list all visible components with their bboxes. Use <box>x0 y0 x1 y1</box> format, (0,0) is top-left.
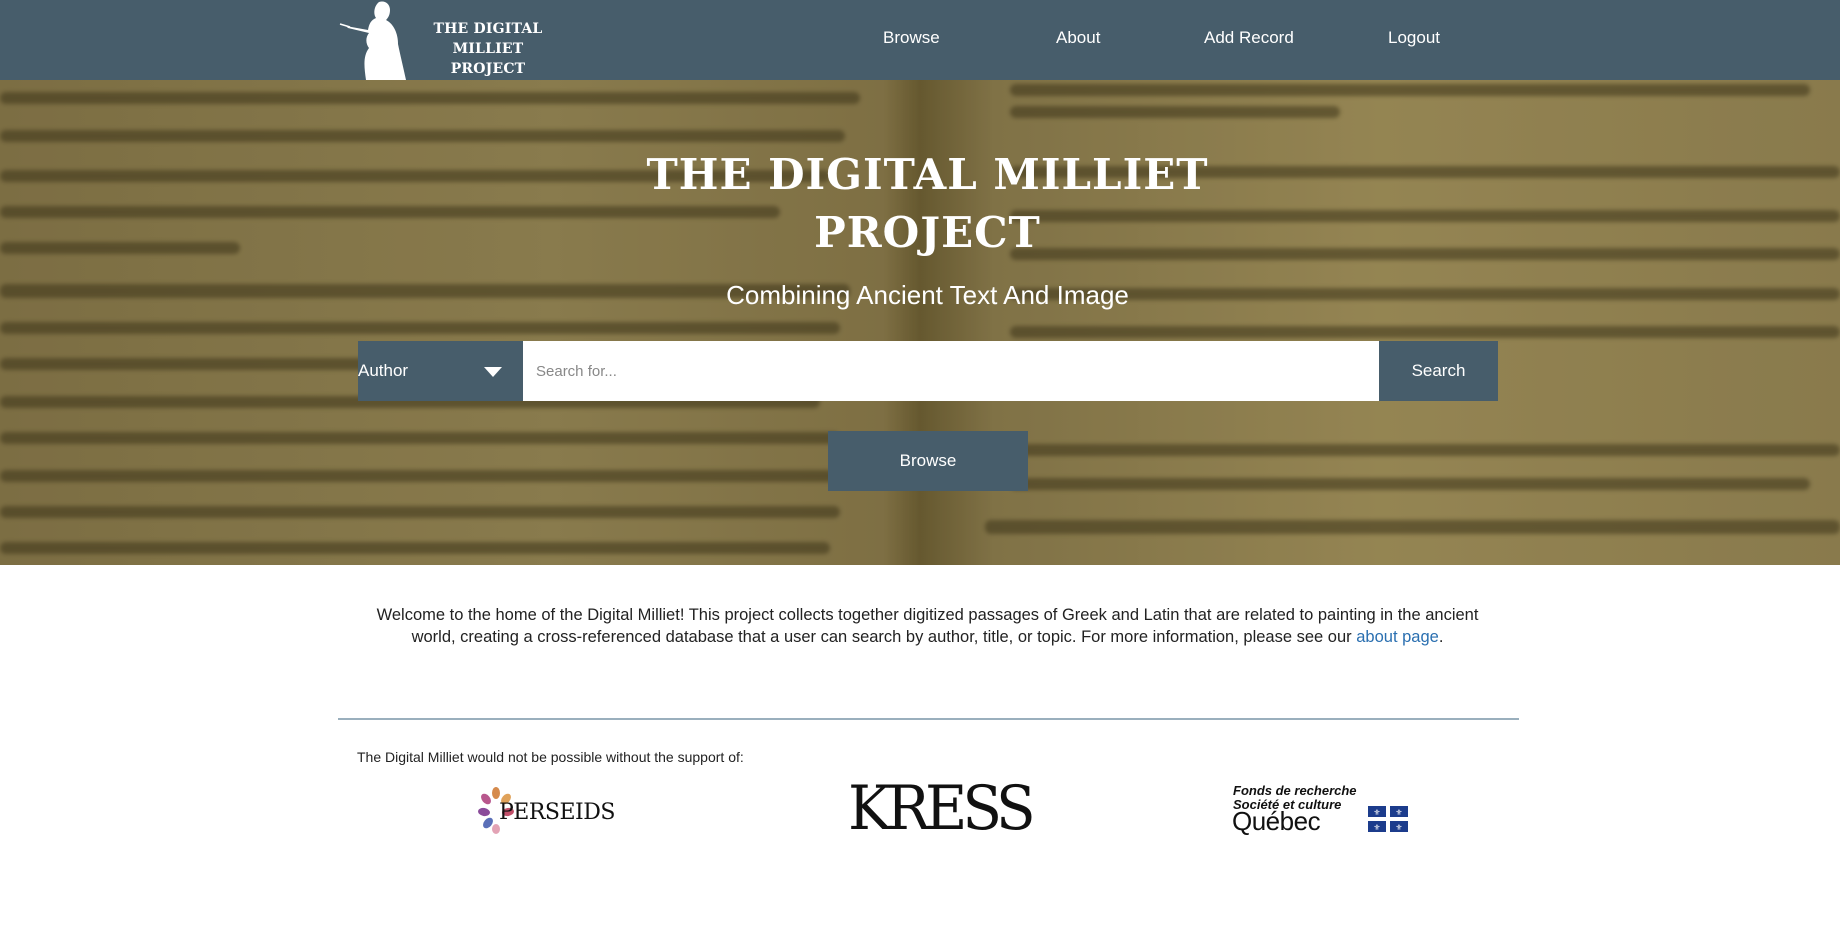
section-divider <box>338 718 1519 720</box>
browse-button[interactable]: Browse <box>828 431 1028 491</box>
hero-title-line1: THE DIGITAL MILLIET <box>646 150 1209 199</box>
svg-text:⚜: ⚜ <box>1373 823 1380 832</box>
search-filter-dropdown[interactable]: Author <box>358 341 523 401</box>
hero-subtitle: Combining Ancient Text And Image <box>726 280 1129 310</box>
quebec-flag-icon: ⚜ ⚜ ⚜ ⚜ <box>1368 806 1408 832</box>
search-bar: Author Search <box>358 341 1498 401</box>
support-text: The Digital Milliet would not be possibl… <box>357 749 744 765</box>
site-logo[interactable]: THE DIGITAL MILLIET PROJECT <box>336 0 566 80</box>
kress-logo-text: KRESS <box>848 772 1036 844</box>
milliet-silhouette-icon <box>339 1 406 80</box>
nav-add-record[interactable]: Add Record <box>1204 28 1294 48</box>
welcome-text: Welcome to the home of the Digital Milli… <box>360 604 1495 648</box>
welcome-body: Welcome to the home of the Digital Milli… <box>376 606 1479 646</box>
svg-text:⚜: ⚜ <box>1395 823 1402 832</box>
hero-title: THE DIGITAL MILLIET PROJECT <box>620 146 1235 262</box>
search-button[interactable]: Search <box>1379 341 1498 401</box>
frq-line1: Fonds de recherche <box>1233 783 1357 798</box>
nav-about[interactable]: About <box>1056 28 1100 48</box>
hero-title-line2: PROJECT <box>814 208 1041 257</box>
search-input[interactable] <box>523 341 1379 401</box>
svg-text:⚜: ⚜ <box>1395 808 1402 817</box>
nav-logout[interactable]: Logout <box>1388 28 1440 48</box>
search-filter-label: Author <box>358 361 409 380</box>
top-nav: THE DIGITAL MILLIET PROJECT Browse About… <box>0 0 1840 80</box>
nav-browse[interactable]: Browse <box>883 28 940 48</box>
about-page-link[interactable]: about page <box>1356 628 1439 646</box>
svg-text:⚜: ⚜ <box>1373 808 1380 817</box>
caret-down-icon <box>484 367 502 377</box>
logo-title-line2: PROJECT <box>450 61 526 77</box>
welcome-end: . <box>1438 628 1444 646</box>
perseids-logo-text: PERSEIDS <box>499 800 615 825</box>
logo-title-line1: THE DIGITAL MILLIET <box>433 21 543 57</box>
frq-quebec: Québec <box>1232 806 1321 836</box>
